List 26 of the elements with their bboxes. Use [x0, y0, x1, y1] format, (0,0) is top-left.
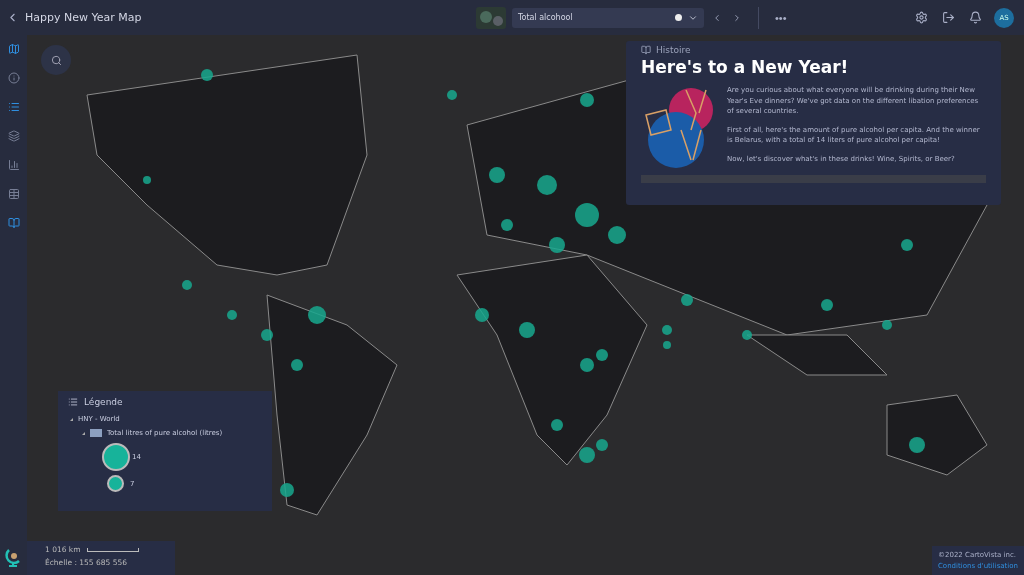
search-icon[interactable]: [50, 54, 62, 66]
more-button[interactable]: •••: [772, 9, 789, 26]
book-icon: [641, 45, 651, 55]
table-icon[interactable]: [7, 188, 20, 200]
bell-icon[interactable]: [967, 9, 984, 26]
layer-thumbnail: [475, 6, 506, 29]
scale-bar: [86, 547, 139, 552]
layer-dropdown[interactable]: Total alcohool: [511, 7, 704, 28]
globe-logo-icon: [4, 547, 22, 567]
chart-icon[interactable]: [7, 159, 20, 171]
info-icon[interactable]: [7, 72, 20, 84]
map-title: Happy New Year Map: [25, 11, 142, 24]
list-icon[interactable]: [7, 101, 20, 113]
layer-icon: [90, 429, 102, 437]
map-icon[interactable]: [7, 43, 20, 55]
size-symbol: [107, 475, 124, 492]
size-symbol: [102, 443, 130, 471]
legend-title: Légende: [84, 397, 123, 407]
story-label: Histoire: [656, 45, 691, 55]
story-icon[interactable]: [7, 217, 20, 229]
list-icon: [68, 397, 78, 407]
color-dot: [674, 14, 682, 21]
story-title: Here's to a New Year!: [641, 57, 850, 77]
layers-icon[interactable]: [7, 130, 20, 142]
settings-icon[interactable]: [913, 9, 930, 26]
logout-icon[interactable]: [940, 9, 957, 26]
